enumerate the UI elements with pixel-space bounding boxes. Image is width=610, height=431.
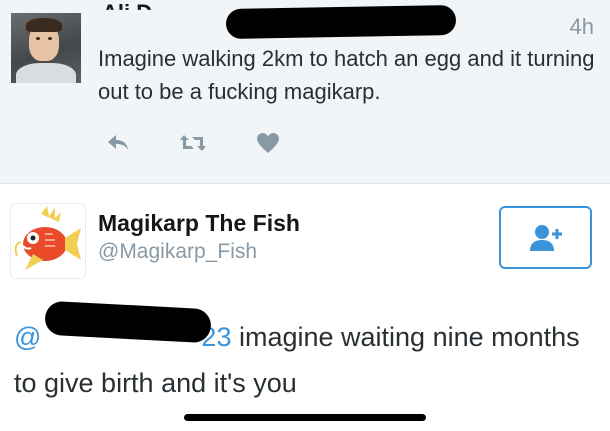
home-indicator[interactable]: [184, 414, 426, 421]
avatar[interactable]: [11, 13, 81, 83]
add-user-icon: [529, 224, 562, 251]
author-name[interactable]: Ali D: [102, 0, 152, 10]
tweet-text: Imagine walking 2km to hatch an egg and …: [98, 46, 595, 104]
follow-button[interactable]: [499, 206, 592, 269]
author-handle[interactable]: @Magikarp_Fish: [98, 240, 257, 264]
magikarp-icon: [14, 206, 81, 270]
like-icon: [257, 133, 279, 153]
retweet-icon: [180, 135, 206, 151]
redaction-scribble: [225, 4, 457, 40]
avatar[interactable]: [10, 203, 86, 279]
retweet-button[interactable]: [179, 130, 207, 156]
author-name[interactable]: Magikarp The Fish: [98, 210, 300, 237]
reply-button[interactable]: [104, 130, 132, 156]
reply-icon: [108, 135, 128, 150]
like-button[interactable]: [254, 130, 282, 156]
previous-tweet[interactable]: Ali D 4h Imagine walking 2km to hatch an…: [0, 0, 610, 184]
timestamp[interactable]: 4h: [570, 14, 594, 40]
